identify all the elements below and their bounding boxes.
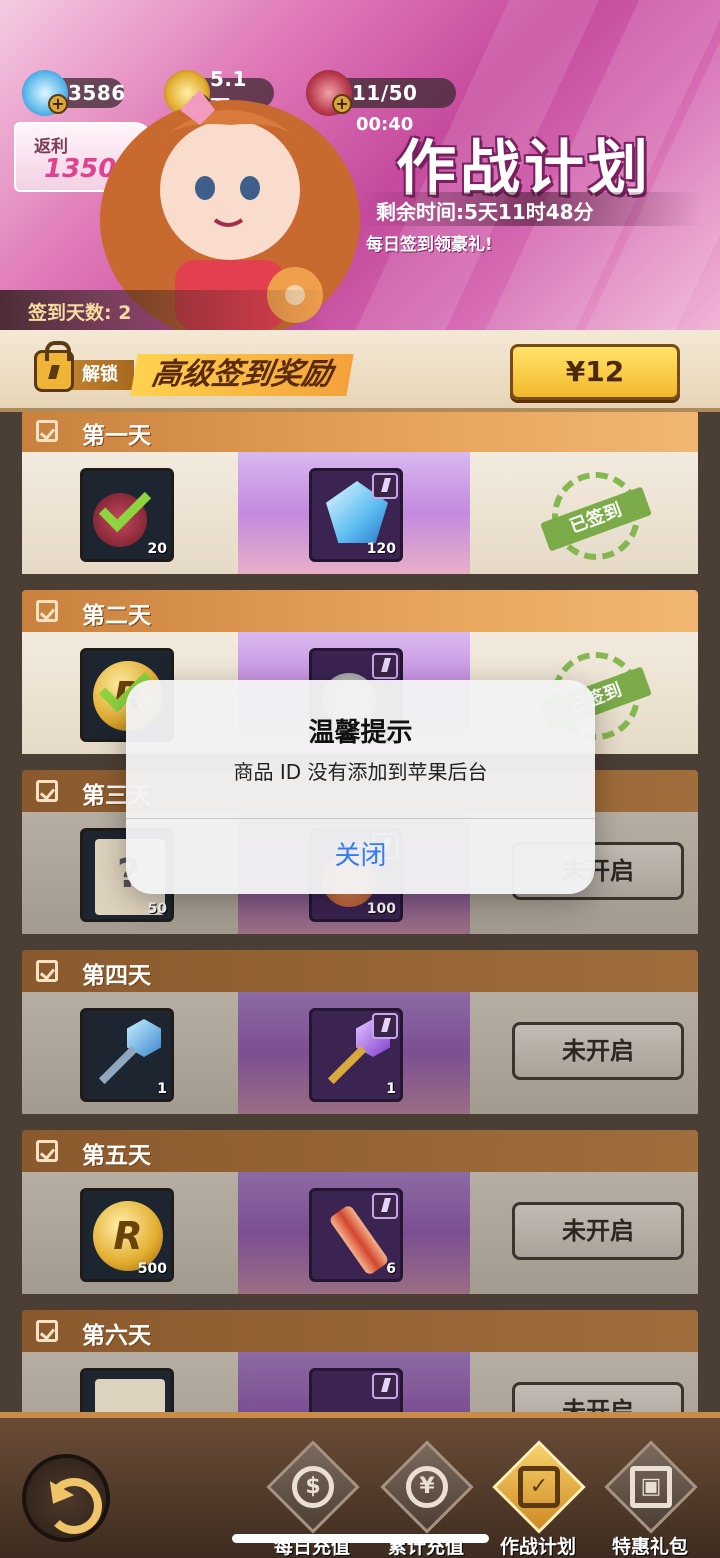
alert-dialog: 温馨提示 商品 ID 没有添加到苹果后台 关闭 [126,680,595,894]
app-root: + 3586 + 5.1万 + 11/50 返利 1350% [0,0,720,1558]
alert-message: 商品 ID 没有添加到苹果后台 [233,760,488,784]
close-button[interactable]: 关闭 [126,819,595,894]
alert-title: 温馨提示 [308,718,413,748]
home-indicator[interactable] [232,1534,489,1543]
